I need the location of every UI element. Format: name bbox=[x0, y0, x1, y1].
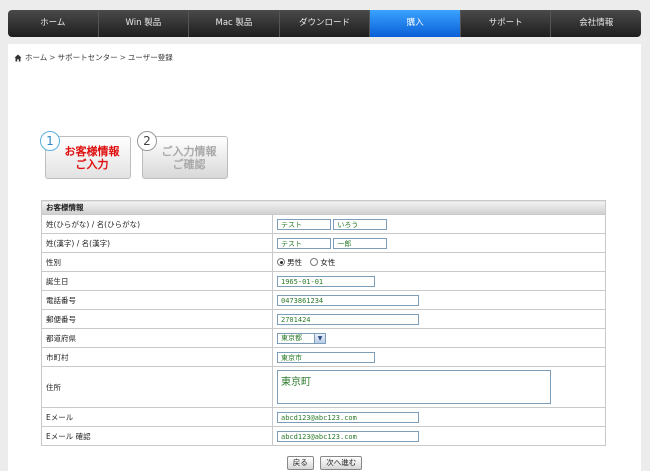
nav-support[interactable]: サポート bbox=[461, 10, 552, 37]
nav-home[interactable]: ホーム bbox=[8, 10, 99, 37]
kanji-sei-input[interactable]: テスト bbox=[277, 237, 331, 249]
nav-win-products[interactable]: Win 製品 bbox=[99, 10, 190, 37]
male-radio[interactable] bbox=[277, 258, 285, 266]
male-label: 男性 bbox=[287, 257, 302, 267]
prefecture-label: 都道府県 bbox=[41, 328, 273, 348]
kana-mei-input[interactable]: いろう bbox=[333, 218, 388, 230]
customer-info-form: お客様情報 姓(ひらがな) / 名(ひらがな) テスト いろう 姓(漢字) / … bbox=[41, 200, 606, 446]
nav-purchase[interactable]: 購入 bbox=[370, 10, 461, 37]
prefecture-select[interactable]: 東京都 ▼ bbox=[277, 332, 326, 344]
chevron-down-icon[interactable]: ▼ bbox=[314, 333, 325, 343]
breadcrumb-home[interactable]: ホーム bbox=[25, 52, 47, 63]
form-row: Eメール 確認 abcd123@abc123.com bbox=[41, 426, 606, 446]
kana-sei-input[interactable]: テスト bbox=[277, 218, 331, 230]
form-row: 姓(漢字) / 名(漢字) テスト 一郎 bbox=[41, 233, 606, 253]
form-row: 性別 男性 女性 bbox=[41, 252, 606, 272]
breadcrumb: ホーム > サポートセンター > ユーザー登録 bbox=[14, 52, 173, 63]
breadcrumb-separator: > bbox=[49, 53, 56, 62]
form-row: 住所 東京町 bbox=[41, 366, 606, 408]
step-confirm: 2 ご入力情報 ご確認 bbox=[137, 131, 228, 179]
step-label-line2: ご確認 bbox=[172, 158, 206, 171]
main-nav: ホーム Win 製品 Mac 製品 ダウンロード 購入 サポート 会社情報 bbox=[8, 10, 641, 37]
nav-company[interactable]: 会社情報 bbox=[551, 10, 641, 37]
step-label-line1: ご入力情報 bbox=[161, 145, 217, 158]
gender-label: 性別 bbox=[41, 252, 273, 272]
step-customer-info: 1 お客様情報 ご入力 bbox=[40, 131, 131, 179]
kanji-label: 姓(漢字) / 名(漢字) bbox=[41, 233, 273, 253]
kanji-mei-input[interactable]: 一郎 bbox=[333, 237, 388, 249]
nav-mac-products[interactable]: Mac 製品 bbox=[189, 10, 280, 37]
form-row: 電話番号 0473861234 bbox=[41, 290, 606, 310]
birth-input[interactable]: 1965-01-01 bbox=[277, 275, 375, 287]
breadcrumb-current: ユーザー登録 bbox=[127, 53, 173, 62]
step-label-line1: お客様情報 bbox=[64, 145, 120, 158]
nav-download[interactable]: ダウンロード bbox=[280, 10, 371, 37]
form-title: お客様情報 bbox=[41, 200, 606, 215]
form-row: 誕生日 1965-01-01 bbox=[41, 271, 606, 291]
step-label-line2: ご入力 bbox=[75, 158, 109, 171]
step-label: ご入力情報 ご確認 bbox=[153, 145, 225, 171]
back-button[interactable]: 戻る bbox=[286, 456, 314, 470]
email-confirm-label: Eメール 確認 bbox=[41, 426, 273, 446]
step-label: お客様情報 ご入力 bbox=[56, 145, 128, 171]
form-row: 市町村 東京市 bbox=[41, 347, 606, 367]
address-textarea[interactable]: 東京町 bbox=[277, 370, 551, 404]
prefecture-value: 東京都 bbox=[281, 334, 302, 342]
kana-label: 姓(ひらがな) / 名(ひらがな) bbox=[41, 214, 273, 234]
next-button[interactable]: 次へ進む bbox=[320, 456, 363, 470]
breadcrumb-support-center[interactable]: サポートセンター bbox=[58, 52, 118, 63]
city-label: 市町村 bbox=[41, 347, 273, 367]
breadcrumb-separator: > bbox=[119, 53, 126, 62]
email-input[interactable]: abcd123@abc123.com bbox=[277, 411, 419, 423]
zip-label: 郵便番号 bbox=[41, 309, 273, 329]
form-row: 郵便番号 2701424 bbox=[41, 309, 606, 329]
form-row: 都道府県 東京都 ▼ bbox=[41, 328, 606, 348]
phone-input[interactable]: 0473861234 bbox=[277, 294, 419, 306]
email-label: Eメール bbox=[41, 407, 273, 427]
zip-input[interactable]: 2701424 bbox=[277, 313, 419, 325]
email-confirm-input[interactable]: abcd123@abc123.com bbox=[277, 430, 419, 442]
city-input[interactable]: 東京市 bbox=[277, 351, 375, 363]
female-label: 女性 bbox=[320, 257, 336, 267]
form-row: Eメール abcd123@abc123.com bbox=[41, 407, 606, 427]
female-radio[interactable] bbox=[310, 258, 319, 266]
home-icon bbox=[14, 54, 22, 62]
birth-label: 誕生日 bbox=[41, 271, 273, 291]
address-label: 住所 bbox=[41, 366, 273, 408]
page-content: ホーム > サポートセンター > ユーザー登録 1 お客様情報 ご入力 2 ご入… bbox=[8, 44, 641, 471]
form-row: 姓(ひらがな) / 名(ひらがな) テスト いろう bbox=[41, 214, 606, 234]
phone-label: 電話番号 bbox=[41, 290, 273, 310]
form-buttons: 戻る 次へ進む bbox=[8, 456, 641, 470]
